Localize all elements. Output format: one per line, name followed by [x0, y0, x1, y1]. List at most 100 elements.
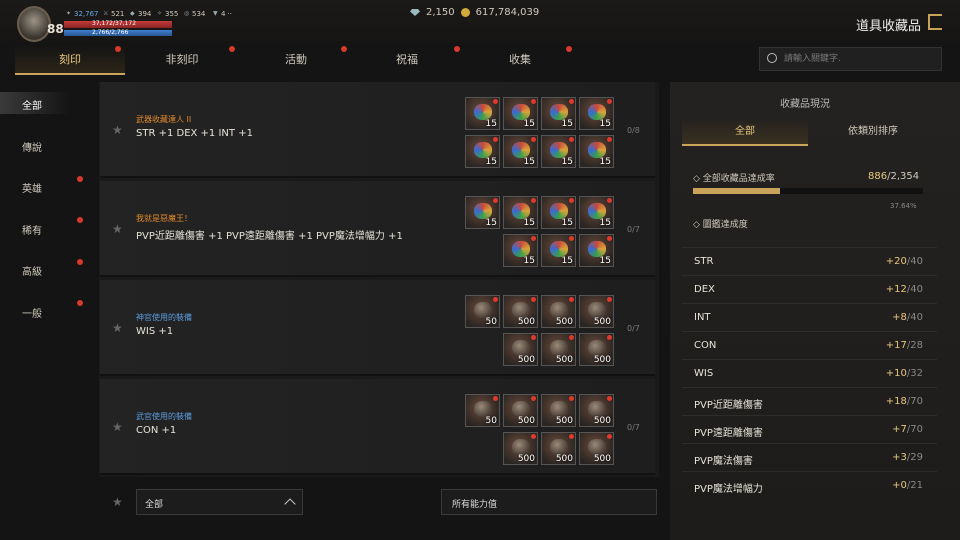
target-icon: ◎: [184, 10, 190, 17]
collection-item-slot[interactable]: 15: [465, 97, 500, 130]
notification-dot: [607, 236, 612, 241]
item-icon: [512, 302, 530, 318]
chevron-up-icon: [284, 498, 296, 510]
item-enchant-level: 15: [523, 218, 535, 228]
item-icon: [550, 340, 568, 356]
collection-item-slot[interactable]: 15: [503, 135, 538, 168]
favorite-star-icon[interactable]: ★: [112, 495, 123, 509]
favorite-star-icon[interactable]: ★: [112, 222, 123, 236]
stat-filter-value: 所有能力值: [452, 500, 498, 510]
character-avatar[interactable]: [17, 6, 51, 42]
collection-item-slot[interactable]: 15: [579, 135, 614, 168]
collection-count: 0/7: [627, 225, 640, 234]
collection-item-slot[interactable]: 15: [465, 135, 500, 168]
collection-item-slot[interactable]: 15: [465, 196, 500, 229]
collection-effect: PVP近距離傷害 +1 PVP遠距離傷害 +1 PVP魔法增幅力 +1: [136, 231, 403, 242]
notification-dot: [77, 259, 83, 265]
sidebar-item-legendary[interactable]: 傳說: [22, 139, 42, 154]
collection-item-slot[interactable]: 500: [579, 333, 614, 366]
favorite-star-icon[interactable]: ★: [112, 420, 123, 434]
collection-item-slot[interactable]: 15: [541, 234, 576, 267]
notification-dot: [454, 46, 460, 52]
sidebar-item-rare[interactable]: 稀有: [22, 222, 42, 237]
collection-item-slot[interactable]: 15: [579, 234, 614, 267]
stat-value: +20/40: [885, 256, 923, 267]
tab-collect[interactable]: 收集: [465, 45, 575, 75]
tab-panel-sort-by-category[interactable]: 依類別排序: [810, 118, 936, 146]
notification-dot: [531, 99, 536, 104]
tab-non-engraved[interactable]: 非刻印: [127, 45, 237, 75]
notification-dot: [493, 137, 498, 142]
tab-engraved[interactable]: 刻印: [15, 45, 125, 75]
codex-label: ◇ 圖鑑達成度: [693, 220, 748, 230]
collection-item-slot[interactable]: 500: [541, 333, 576, 366]
collection-item-slot[interactable]: 15: [541, 97, 576, 130]
collection-item-slot[interactable]: 500: [503, 333, 538, 366]
collection-item-slot[interactable]: 15: [503, 234, 538, 267]
stat-filter-dropdown[interactable]: 所有能力值: [441, 489, 657, 515]
item-icon: [550, 439, 568, 455]
collection-item-slot[interactable]: 500: [579, 394, 614, 427]
collection-item-slot[interactable]: 500: [503, 295, 538, 328]
mp-text: 2,766/2,766: [92, 29, 129, 36]
collection-item-slot[interactable]: 500: [503, 394, 538, 427]
item-enchant-level: 500: [517, 355, 535, 365]
item-icon: [550, 302, 568, 318]
item-enchant-level: 50: [485, 416, 497, 426]
collection-item-slot[interactable]: 15: [579, 97, 614, 130]
item-enchant-level: 500: [555, 416, 573, 426]
notification-dot: [569, 99, 574, 104]
item-icon: [588, 302, 606, 318]
collection-item-slot[interactable]: 50: [465, 295, 500, 328]
item-icon: [512, 203, 530, 219]
stat-name: PVP魔法傷害: [694, 456, 753, 467]
stat-value: +3/29: [892, 452, 923, 463]
favorite-star-icon[interactable]: ★: [112, 123, 123, 137]
collection-item-slot[interactable]: 15: [503, 97, 538, 130]
sidebar-item-all[interactable]: 全部: [22, 97, 42, 112]
stat-name: PVP遠距離傷害: [694, 428, 763, 439]
item-enchant-level: 500: [593, 317, 611, 327]
item-icon: [588, 104, 606, 120]
item-icon: [474, 142, 492, 158]
search-input[interactable]: [784, 51, 934, 67]
completion-percent: 37.64%: [890, 202, 917, 210]
completion-progress-fill: [693, 188, 780, 194]
tab-event[interactable]: 活動: [241, 45, 351, 75]
sidebar-item-advanced[interactable]: 高級: [22, 263, 42, 278]
stat-row: WIS +10/32: [682, 359, 937, 387]
collection-item-slot[interactable]: 500: [579, 432, 614, 465]
stat-name: PVP近距離傷害: [694, 400, 763, 411]
staff-icon: ✧: [157, 10, 163, 17]
sidebar-item-heroic[interactable]: 英雄: [22, 180, 42, 195]
item-enchant-level: 15: [561, 256, 573, 266]
item-icon: [550, 241, 568, 257]
completion-value: 886/2,354: [868, 171, 920, 182]
collection-item-slot[interactable]: 500: [503, 432, 538, 465]
tab-panel-all[interactable]: 全部: [682, 118, 808, 146]
collection-item-slot[interactable]: 500: [541, 432, 576, 465]
collection-title: 武官使用的裝備: [136, 412, 192, 421]
search-box[interactable]: [759, 47, 942, 71]
more-icon[interactable]: ··: [227, 10, 231, 18]
tab-blessing[interactable]: 祝福: [352, 45, 462, 75]
collection-item-slot[interactable]: 500: [541, 394, 576, 427]
notification-dot: [569, 297, 574, 302]
favorite-star-icon[interactable]: ★: [112, 321, 123, 335]
collection-item-slot[interactable]: 15: [541, 196, 576, 229]
shield-icon: ◆: [130, 10, 135, 17]
collection-item-slot[interactable]: 15: [579, 196, 614, 229]
exit-icon[interactable]: [928, 14, 942, 30]
collection-item-slot[interactable]: 500: [541, 295, 576, 328]
collection-item-slot[interactable]: 15: [503, 196, 538, 229]
collection-item-slot[interactable]: 15: [541, 135, 576, 168]
collection-item-slot[interactable]: 500: [579, 295, 614, 328]
grade-filter-dropdown[interactable]: 全部: [136, 489, 303, 515]
notification-dot: [607, 396, 612, 401]
collection-item-slot[interactable]: 50: [465, 394, 500, 427]
notification-dot: [607, 434, 612, 439]
sidebar-item-normal[interactable]: 一般: [22, 305, 42, 320]
stat-name: INT: [694, 312, 711, 323]
collection-title: 神官使用的裝備: [136, 313, 192, 322]
item-icon: [512, 241, 530, 257]
